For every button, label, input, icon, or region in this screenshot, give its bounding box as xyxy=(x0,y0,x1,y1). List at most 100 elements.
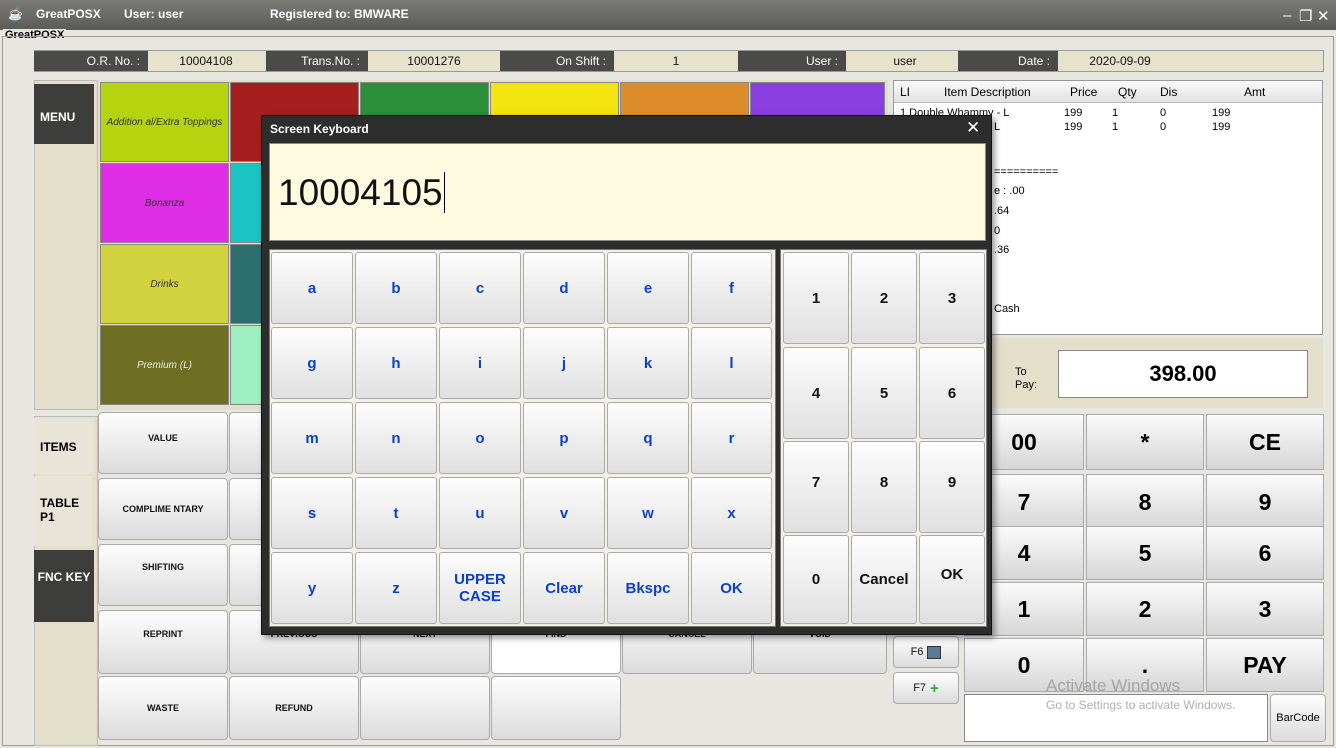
digit-key-1[interactable]: 1 xyxy=(783,252,849,344)
digit-key-7[interactable]: 7 xyxy=(783,441,849,533)
f6-button[interactable]: F6 xyxy=(893,636,959,668)
key-b[interactable]: b xyxy=(355,252,437,324)
key-i[interactable]: i xyxy=(439,327,521,399)
numpad-9-button[interactable]: 9 xyxy=(1206,474,1324,530)
digit-key-4[interactable]: 4 xyxy=(783,347,849,439)
key-a[interactable]: a xyxy=(271,252,353,324)
key-z[interactable]: z xyxy=(355,552,437,624)
key-p[interactable]: p xyxy=(523,402,605,474)
user-value: user xyxy=(893,54,917,68)
key-r[interactable]: r xyxy=(691,402,772,474)
key-m[interactable]: m xyxy=(271,402,353,474)
receipt-line: 0 xyxy=(994,225,1001,237)
ok-digits-key[interactable]: OK xyxy=(919,535,985,624)
key-u[interactable]: u xyxy=(439,477,521,549)
text-cursor xyxy=(443,172,445,213)
key-o[interactable]: o xyxy=(439,402,521,474)
key-v[interactable]: v xyxy=(523,477,605,549)
function-button[interactable] xyxy=(360,676,490,740)
numpad-multiply-button[interactable]: * xyxy=(1086,414,1204,470)
key-h[interactable]: h xyxy=(355,327,437,399)
key-n[interactable]: n xyxy=(355,402,437,474)
numpad-5-button[interactable]: 5 xyxy=(1086,526,1204,580)
app-title: GreatPOSX xyxy=(36,7,101,21)
keyboard-title: Screen Keyboard xyxy=(270,122,369,136)
digit-key-6[interactable]: 6 xyxy=(919,347,985,439)
digit-key-8[interactable]: 8 xyxy=(851,441,917,533)
key-w[interactable]: w xyxy=(607,477,689,549)
numpad-6-button[interactable]: 6 xyxy=(1206,526,1324,580)
tab-fnc-key[interactable]: FNC KEY xyxy=(34,550,94,622)
user-label: User: user xyxy=(124,7,184,21)
registered-label: Registered to: BMWARE xyxy=(270,7,409,21)
tab-items[interactable]: ITEMS xyxy=(34,418,94,474)
activate-windows-subtitle: Go to Settings to activate Windows. xyxy=(1046,698,1236,712)
key-s[interactable]: s xyxy=(271,477,353,549)
numpad-ce-button[interactable]: CE xyxy=(1206,414,1324,470)
f7-label: F7 xyxy=(913,682,927,694)
key-j[interactable]: j xyxy=(523,327,605,399)
restore-icon[interactable]: ❐ xyxy=(1299,7,1312,25)
waste-button[interactable]: WASTE xyxy=(98,676,228,740)
numpad-2-button[interactable]: 2 xyxy=(1086,582,1204,636)
key-c[interactable]: c xyxy=(439,252,521,324)
key-x[interactable]: x xyxy=(691,477,772,549)
backspace-key[interactable]: Bkspc xyxy=(607,552,689,624)
key-f[interactable]: f xyxy=(691,252,772,324)
date-value: 2020-09-09 xyxy=(1089,54,1151,68)
or-value: 10004108 xyxy=(179,54,233,68)
key-q[interactable]: q xyxy=(607,402,689,474)
value-button[interactable]: VALUE xyxy=(98,412,228,474)
or-label: O.R. No. : xyxy=(34,51,148,71)
tab-menu[interactable]: MENU xyxy=(34,84,94,144)
barcode-button[interactable]: BarCode xyxy=(1270,694,1326,742)
col-amt: Amt xyxy=(1244,85,1266,99)
upper-case-key[interactable]: UPPER CASE xyxy=(439,552,521,624)
key-l[interactable]: l xyxy=(691,327,772,399)
minimize-icon[interactable]: – xyxy=(1283,7,1291,24)
shift-label: On Shift : xyxy=(500,51,614,71)
refund-button[interactable]: REFUND xyxy=(229,676,359,740)
col-qty: Qty xyxy=(1118,85,1137,99)
shifting-button[interactable]: SHIFTING xyxy=(98,544,228,606)
title-bar: ☕ GreatPOSX User: user Registered to: BM… xyxy=(0,0,1336,30)
trans-label: Trans.No. : xyxy=(266,51,368,71)
key-d[interactable]: d xyxy=(523,252,605,324)
close-window-icon[interactable]: ✕ xyxy=(1317,7,1330,25)
clear-key[interactable]: Clear xyxy=(523,552,605,624)
close-keyboard-icon[interactable]: ✕ xyxy=(966,118,980,138)
ok-letters-key[interactable]: OK xyxy=(691,552,772,624)
col-dis: Dis xyxy=(1160,85,1178,99)
receipt-line: .64 xyxy=(994,205,1010,217)
complimentary-button[interactable]: COMPLIME NTARY xyxy=(98,478,228,540)
numpad-3-button[interactable]: 3 xyxy=(1206,582,1324,636)
key-k[interactable]: k xyxy=(607,327,689,399)
category-bonanza[interactable]: Bonanza xyxy=(100,163,229,243)
category-drinks[interactable]: Drinks xyxy=(100,244,229,324)
key-y[interactable]: y xyxy=(271,552,353,624)
digit-key-3[interactable]: 3 xyxy=(919,252,985,344)
tab-table[interactable]: TABLE P1 xyxy=(34,476,92,546)
total-amount: 398.00 xyxy=(1058,350,1308,398)
receipt-row-qty: 1 xyxy=(1112,121,1119,133)
digit-key-9[interactable]: 9 xyxy=(919,441,985,533)
function-button[interactable] xyxy=(491,676,621,740)
receipt-row-amt: 199 xyxy=(1212,121,1231,133)
category-premium[interactable]: Premium (L) xyxy=(100,325,229,405)
numpad-8-button[interactable]: 8 xyxy=(1086,474,1204,530)
digit-key-2[interactable]: 2 xyxy=(851,252,917,344)
key-e[interactable]: e xyxy=(607,252,689,324)
digit-key-5[interactable]: 5 xyxy=(851,347,917,439)
cancel-key[interactable]: Cancel xyxy=(851,535,917,624)
reprint-button[interactable]: REPRINT xyxy=(98,610,228,674)
category-toppings[interactable]: Addition al/Extra Toppings xyxy=(100,82,229,162)
key-t[interactable]: t xyxy=(355,477,437,549)
keyboard-input-field[interactable]: 10004105 xyxy=(269,143,986,241)
receipt-line: .36 xyxy=(994,244,1010,256)
receipt-row-price: 199 xyxy=(1064,107,1083,119)
digit-key-0[interactable]: 0 xyxy=(783,535,849,624)
key-g[interactable]: g xyxy=(271,327,353,399)
receipt-separator: ========== xyxy=(994,166,1059,178)
pay-button[interactable]: PAY xyxy=(1206,638,1324,692)
f7-button[interactable]: F7 + xyxy=(893,672,959,704)
